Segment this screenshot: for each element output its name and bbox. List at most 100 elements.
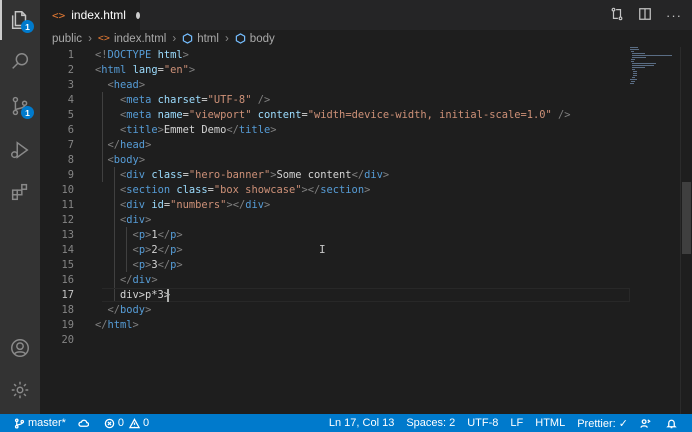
- feedback-button[interactable]: [634, 414, 660, 432]
- text-cursor: [167, 289, 169, 302]
- line-code: <div>: [120, 214, 152, 226]
- minimap-line: [633, 73, 638, 74]
- minimap-line: [630, 83, 634, 84]
- minimap-line: [632, 69, 635, 70]
- minimap-line: [631, 59, 635, 60]
- code-line[interactable]: 6 <title>Emmet Demo</title>: [40, 123, 630, 138]
- manage-button[interactable]: [0, 370, 40, 410]
- code-line[interactable]: 13 <p>1</p>: [40, 228, 630, 243]
- code-editor[interactable]: I 1 <!DOCTYPE html> 2 <html lang="en"> 3 <he…: [40, 47, 692, 414]
- accounts-button[interactable]: [0, 328, 40, 368]
- tab-index-html[interactable]: <> index.html: [40, 0, 140, 30]
- warning-icon: [129, 417, 141, 428]
- breadcrumb-element-body[interactable]: body: [250, 33, 275, 45]
- breadcrumb-element-html[interactable]: html: [197, 33, 219, 45]
- line-number: 8: [67, 154, 74, 166]
- minimap-line: [632, 67, 646, 68]
- git-branch-icon: [14, 417, 25, 429]
- prettier-status[interactable]: Prettier: ✓: [571, 414, 634, 432]
- minimap-line: [631, 81, 635, 82]
- line-code: <p>1</p>: [132, 229, 183, 241]
- breadcrumb: public › <> index.html › html › body: [40, 30, 692, 47]
- vertical-scrollbar[interactable]: [680, 47, 692, 414]
- line-code: <!DOCTYPE html>: [95, 49, 189, 61]
- unsaved-dot-icon[interactable]: [135, 11, 140, 19]
- line-number: 20: [61, 334, 74, 346]
- current-line-highlight: [102, 288, 630, 302]
- minimap-line: [633, 75, 638, 76]
- code-line[interactable]: 8 <body>: [40, 153, 630, 168]
- problems-indicator[interactable]: 0 0: [98, 414, 155, 432]
- code-line[interactable]: 11 <div id="numbers"></div>: [40, 198, 630, 213]
- code-line[interactable]: 12 <div>: [40, 213, 630, 228]
- code-line[interactable]: 20: [40, 333, 630, 348]
- code-line[interactable]: 7 </head>: [40, 138, 630, 153]
- warning-count: 0: [143, 417, 150, 429]
- code-line[interactable]: 5 <meta name="viewport" content="width=d…: [40, 108, 630, 123]
- line-number: 14: [61, 244, 74, 256]
- line-number: 6: [67, 124, 74, 136]
- line-number: 4: [67, 94, 74, 106]
- html-file-icon: <>: [52, 8, 66, 22]
- activity-bar: 1 1: [0, 0, 40, 414]
- line-number: 3: [67, 79, 74, 91]
- explorer-button[interactable]: 1: [0, 0, 40, 40]
- active-indicator: [0, 0, 2, 40]
- extensions-button[interactable]: [0, 172, 40, 212]
- symbol-element-icon: [235, 33, 246, 44]
- split-editor-button[interactable]: [638, 7, 652, 24]
- gear-icon: [11, 381, 29, 399]
- line-code: <section class="box showcase"></section>: [120, 184, 371, 196]
- code-line[interactable]: 1 <!DOCTYPE html>: [40, 48, 630, 63]
- breadcrumb-file[interactable]: index.html: [114, 33, 166, 45]
- line-code: <div class="hero-banner">Some content</d…: [120, 169, 390, 181]
- line-code: </head>: [107, 139, 152, 151]
- code-line[interactable]: 19 </html>: [40, 318, 630, 333]
- sync-button[interactable]: [72, 414, 98, 432]
- extensions-icon: [11, 183, 28, 201]
- run-debug-button[interactable]: [0, 130, 40, 170]
- language-mode[interactable]: HTML: [529, 414, 571, 432]
- code-line[interactable]: 18 </body>: [40, 303, 630, 318]
- code-line[interactable]: 3 <head>: [40, 78, 630, 93]
- code-line[interactable]: 17 div>p*3>: [40, 288, 630, 303]
- code-line[interactable]: 9 <div class="hero-banner">Some content<…: [40, 168, 630, 183]
- code-line[interactable]: 16 </div>: [40, 273, 630, 288]
- indentation-setting[interactable]: Spaces: 2: [400, 414, 461, 432]
- line-code: div>p*3>: [95, 289, 171, 301]
- code-line[interactable]: 10 <section class="box showcase"></secti…: [40, 183, 630, 198]
- symbol-element-icon: [182, 33, 193, 44]
- line-number: 10: [61, 184, 74, 196]
- encoding-setting[interactable]: UTF-8: [461, 414, 504, 432]
- code-line[interactable]: 2 <html lang="en">: [40, 63, 630, 78]
- line-number: 16: [61, 274, 74, 286]
- breadcrumb-folder[interactable]: public: [52, 33, 82, 45]
- code-line[interactable]: 14 <p>2</p>: [40, 243, 630, 258]
- eol-setting[interactable]: LF: [504, 414, 529, 432]
- line-number: 5: [67, 109, 74, 121]
- minimap-line: [633, 71, 638, 72]
- source-control-button[interactable]: 1: [0, 86, 40, 126]
- tab-label: index.html: [71, 8, 126, 22]
- branch-indicator[interactable]: master*: [8, 414, 72, 432]
- html-file-icon: <>: [97, 33, 110, 44]
- minimap-line: [632, 53, 646, 54]
- line-code: <title>Emmet Demo</title>: [120, 124, 277, 136]
- code-line[interactable]: 4 <meta charset="UTF-8" />: [40, 93, 630, 108]
- notifications-button[interactable]: [660, 414, 686, 432]
- line-code: </div>: [120, 274, 158, 286]
- scrollbar-thumb[interactable]: [682, 182, 691, 254]
- status-bar: master* 0 0 Ln 17, Col 13 Spaces: 2 UTF-…: [0, 414, 692, 432]
- code-line[interactable]: 15 <p>3</p>: [40, 258, 630, 273]
- chevron-right-icon: ›: [224, 32, 229, 45]
- minimap[interactable]: [630, 47, 680, 87]
- more-actions-button[interactable]: ···: [666, 8, 682, 23]
- minimap-line: [630, 49, 639, 50]
- cursor-position[interactable]: Ln 17, Col 13: [323, 414, 400, 432]
- editor-actions: ···: [610, 0, 682, 30]
- search-button[interactable]: [0, 42, 40, 82]
- open-changes-button[interactable]: [610, 7, 624, 24]
- minimap-line: [632, 57, 646, 58]
- line-number: 9: [67, 169, 74, 181]
- minimap-line: [632, 77, 636, 78]
